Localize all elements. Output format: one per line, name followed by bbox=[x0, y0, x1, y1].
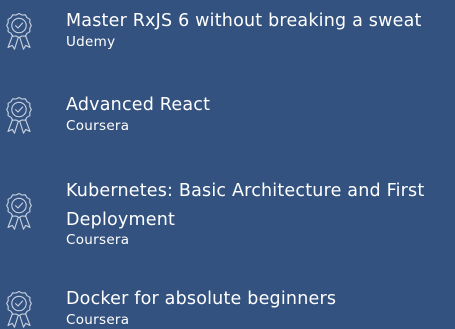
certification-item: Kubernetes: Basic Architecture and First… bbox=[0, 168, 455, 258]
certification-title: Kubernetes: Basic Architecture and First… bbox=[66, 181, 425, 230]
certification-item: Advanced React Coursera bbox=[0, 84, 455, 148]
certification-title: Master RxJS 6 without breaking a sweat bbox=[66, 11, 422, 31]
award-ribbon-icon bbox=[4, 12, 34, 50]
certification-provider: Coursera bbox=[66, 312, 130, 328]
certification-title: Docker for absolute beginners bbox=[66, 289, 337, 309]
certification-provider: Coursera bbox=[66, 118, 130, 134]
certification-title: Advanced React bbox=[66, 95, 211, 115]
certification-provider: Udemy bbox=[66, 34, 116, 50]
certification-item: Docker for absolute beginners Coursera bbox=[0, 278, 455, 329]
certifications-list: Master RxJS 6 without breaking a sweat U… bbox=[0, 0, 455, 329]
award-ribbon-icon bbox=[4, 192, 34, 230]
award-ribbon-icon bbox=[4, 96, 34, 134]
certification-provider: Coursera bbox=[66, 232, 130, 248]
certification-item: Master RxJS 6 without breaking a sweat U… bbox=[0, 0, 455, 64]
award-ribbon-icon bbox=[4, 290, 34, 328]
